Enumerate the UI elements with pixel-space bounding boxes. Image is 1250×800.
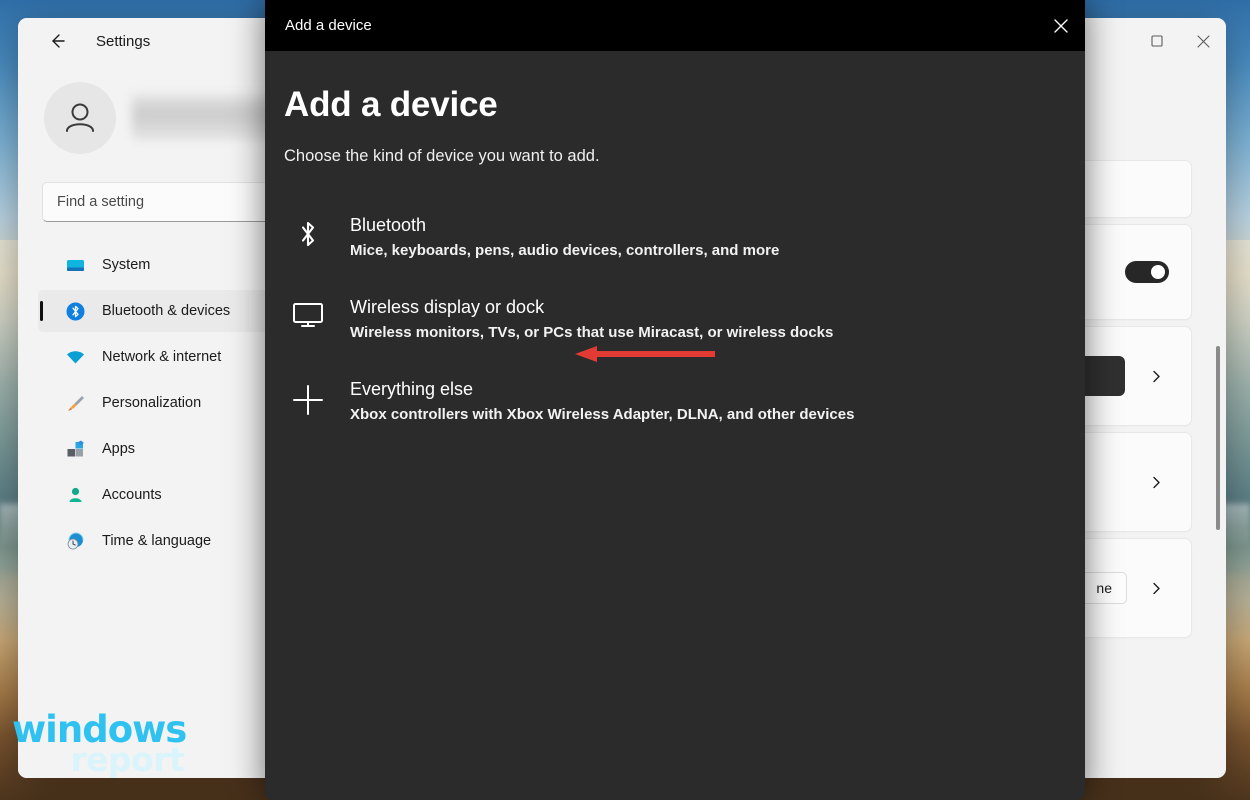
device-option-texts: Everything else Xbox controllers with Xb…	[350, 377, 1033, 423]
device-option-texts: Bluetooth Mice, keyboards, pens, audio d…	[350, 213, 1033, 259]
window-controls	[1134, 18, 1226, 64]
sidebar-item-label: Apps	[102, 441, 135, 457]
device-option-title: Bluetooth	[350, 215, 1033, 236]
close-window-button[interactable]	[1180, 18, 1226, 64]
avatar	[44, 82, 116, 154]
sidebar-item-label: System	[102, 257, 150, 273]
add-device-dialog: Add a device Add a device Choose the kin…	[265, 0, 1085, 800]
maximize-icon	[1151, 35, 1163, 47]
close-icon	[1197, 35, 1210, 48]
monitor-icon	[64, 254, 86, 276]
device-option-wireless-display[interactable]: Wireless display or dock Wireless monito…	[278, 282, 1047, 354]
bluetooth-toggle[interactable]	[1125, 261, 1169, 283]
person-avatar-icon	[58, 96, 102, 140]
toggle-knob	[1151, 265, 1165, 279]
maximize-button[interactable]	[1134, 18, 1180, 64]
device-option-texts: Wireless display or dock Wireless monito…	[350, 295, 1033, 341]
search-input-wrapper[interactable]	[42, 182, 302, 222]
accounts-person-icon	[64, 484, 86, 506]
device-option-description: Mice, keyboards, pens, audio devices, co…	[350, 242, 1033, 259]
chevron-right-icon[interactable]	[1143, 469, 1169, 495]
chevron-right-icon[interactable]	[1143, 575, 1169, 601]
bluetooth-icon	[288, 213, 328, 249]
device-option-list: Bluetooth Mice, keyboards, pens, audio d…	[284, 200, 1047, 436]
dialog-heading: Add a device	[284, 85, 1047, 125]
sidebar-item-label: Personalization	[102, 395, 201, 411]
sidebar-item-label: Bluetooth & devices	[102, 303, 230, 319]
close-icon	[1053, 18, 1069, 34]
back-button[interactable]	[40, 24, 74, 58]
dialog-titlebar-label: Add a device	[265, 17, 372, 34]
dialog-close-button[interactable]	[1037, 0, 1085, 51]
device-option-bluetooth[interactable]: Bluetooth Mice, keyboards, pens, audio d…	[278, 200, 1047, 272]
device-option-description: Wireless monitors, TVs, or PCs that use …	[350, 324, 1033, 341]
window-title: Settings	[96, 33, 150, 50]
wifi-icon	[64, 346, 86, 368]
arrow-left-icon	[47, 31, 67, 51]
device-option-everything-else[interactable]: Everything else Xbox controllers with Xb…	[278, 364, 1047, 436]
bluetooth-icon	[64, 300, 86, 322]
dialog-titlebar: Add a device	[265, 0, 1085, 51]
paintbrush-icon	[64, 392, 86, 414]
device-option-title: Everything else	[350, 379, 1033, 400]
device-option-title: Wireless display or dock	[350, 297, 1033, 318]
search-input[interactable]	[57, 194, 287, 210]
content-scrollbar[interactable]	[1216, 346, 1220, 530]
sidebar-item-label: Time & language	[102, 533, 211, 549]
apps-icon	[64, 438, 86, 460]
card-action-button[interactable]: ne	[1081, 572, 1127, 604]
dialog-content: Add a device Choose the kind of device y…	[265, 51, 1085, 800]
device-option-description: Xbox controllers with Xbox Wireless Adap…	[350, 406, 1033, 423]
plus-icon	[288, 377, 328, 417]
sidebar-item-label: Network & internet	[102, 349, 221, 365]
dialog-subheading: Choose the kind of device you want to ad…	[284, 147, 1047, 166]
clock-globe-icon	[64, 530, 86, 552]
wireless-display-monitor-icon	[288, 295, 328, 329]
chevron-right-icon[interactable]	[1143, 363, 1169, 389]
sidebar-item-label: Accounts	[102, 487, 162, 503]
